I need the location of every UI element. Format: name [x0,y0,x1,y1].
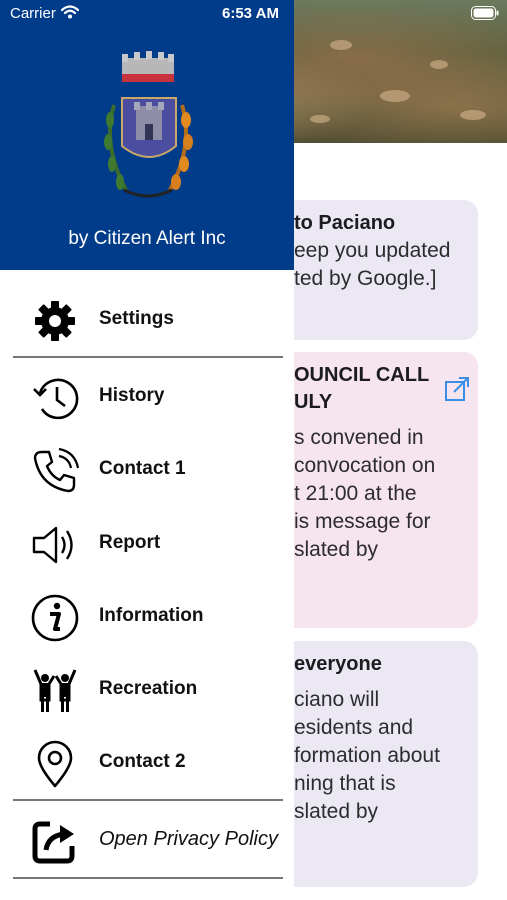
news-card-body-line: slated by [294,538,379,561]
news-card-body-line: ciano will [294,688,380,711]
location-pin-icon [37,740,73,788]
phone-icon [33,447,80,493]
menu-item-settings[interactable]: Settings [0,290,294,350]
news-card-body-line: t 21:00 at the [294,482,417,505]
battery-icon [471,6,499,20]
gear-icon [35,301,75,341]
navigation-drawer: by Citizen Alert Inc Settings History Co… [0,0,294,900]
news-card-body-line: esidents and [294,716,414,739]
publisher-label: by Citizen Alert Inc [68,228,226,249]
clock: 6:53 AM [222,5,279,22]
drawer-header: by Citizen Alert Inc [0,0,294,270]
menu-item-contact-2[interactable]: Contact 2 [0,733,294,793]
news-card-body-line: ted by Google.] [294,267,437,290]
news-card-title: everyone [294,653,382,675]
status-bar: Carrier 6:53 AM [0,0,507,28]
news-card-title: OUNCIL CALL [294,364,430,386]
menu-item-contact-1[interactable]: Contact 1 [0,440,294,500]
wifi-icon [61,5,79,19]
news-card-body-line: s convened in [294,426,424,449]
menu-item-recreation[interactable]: Recreation [0,660,294,720]
menu-item-information[interactable]: Information [0,587,294,647]
menu-item-label: Contact 1 [99,458,186,479]
menu-item-label: Report [99,532,161,553]
menu-item-label: Contact 2 [99,751,186,772]
menu-item-label: Information [99,605,204,626]
divider [13,799,283,801]
divider [13,877,283,879]
news-card-body-line: formation about [294,744,440,767]
news-card-body-line: ning that is [294,772,396,795]
menu-item-label: Open Privacy Policy [99,828,278,850]
divider [13,356,283,358]
menu-item-label: Settings [99,308,174,329]
share-open-icon [32,821,75,864]
info-icon [31,594,79,642]
menu-item-label: Recreation [99,678,198,699]
external-link-icon[interactable] [444,376,470,402]
menu-item-history[interactable]: History [0,367,294,427]
news-card-title: to Paciano [294,212,396,234]
news-card-body-line: eep you updated [294,239,451,262]
people-cheering-icon [33,669,77,712]
news-card-body-line: convocation on [294,454,436,477]
news-card-body-line: slated by [294,800,379,823]
menu-item-privacy-policy[interactable]: Open Privacy Policy [0,810,294,870]
carrier-label: Carrier [10,5,56,22]
news-card-body-line: is message for [294,510,431,533]
municipal-crest-emblem [104,51,193,198]
menu-item-label: History [99,385,165,406]
menu-item-report[interactable]: Report [0,514,294,574]
speaker-icon [32,526,73,564]
history-clock-icon [33,378,79,420]
news-card-title: ULY [294,391,333,413]
